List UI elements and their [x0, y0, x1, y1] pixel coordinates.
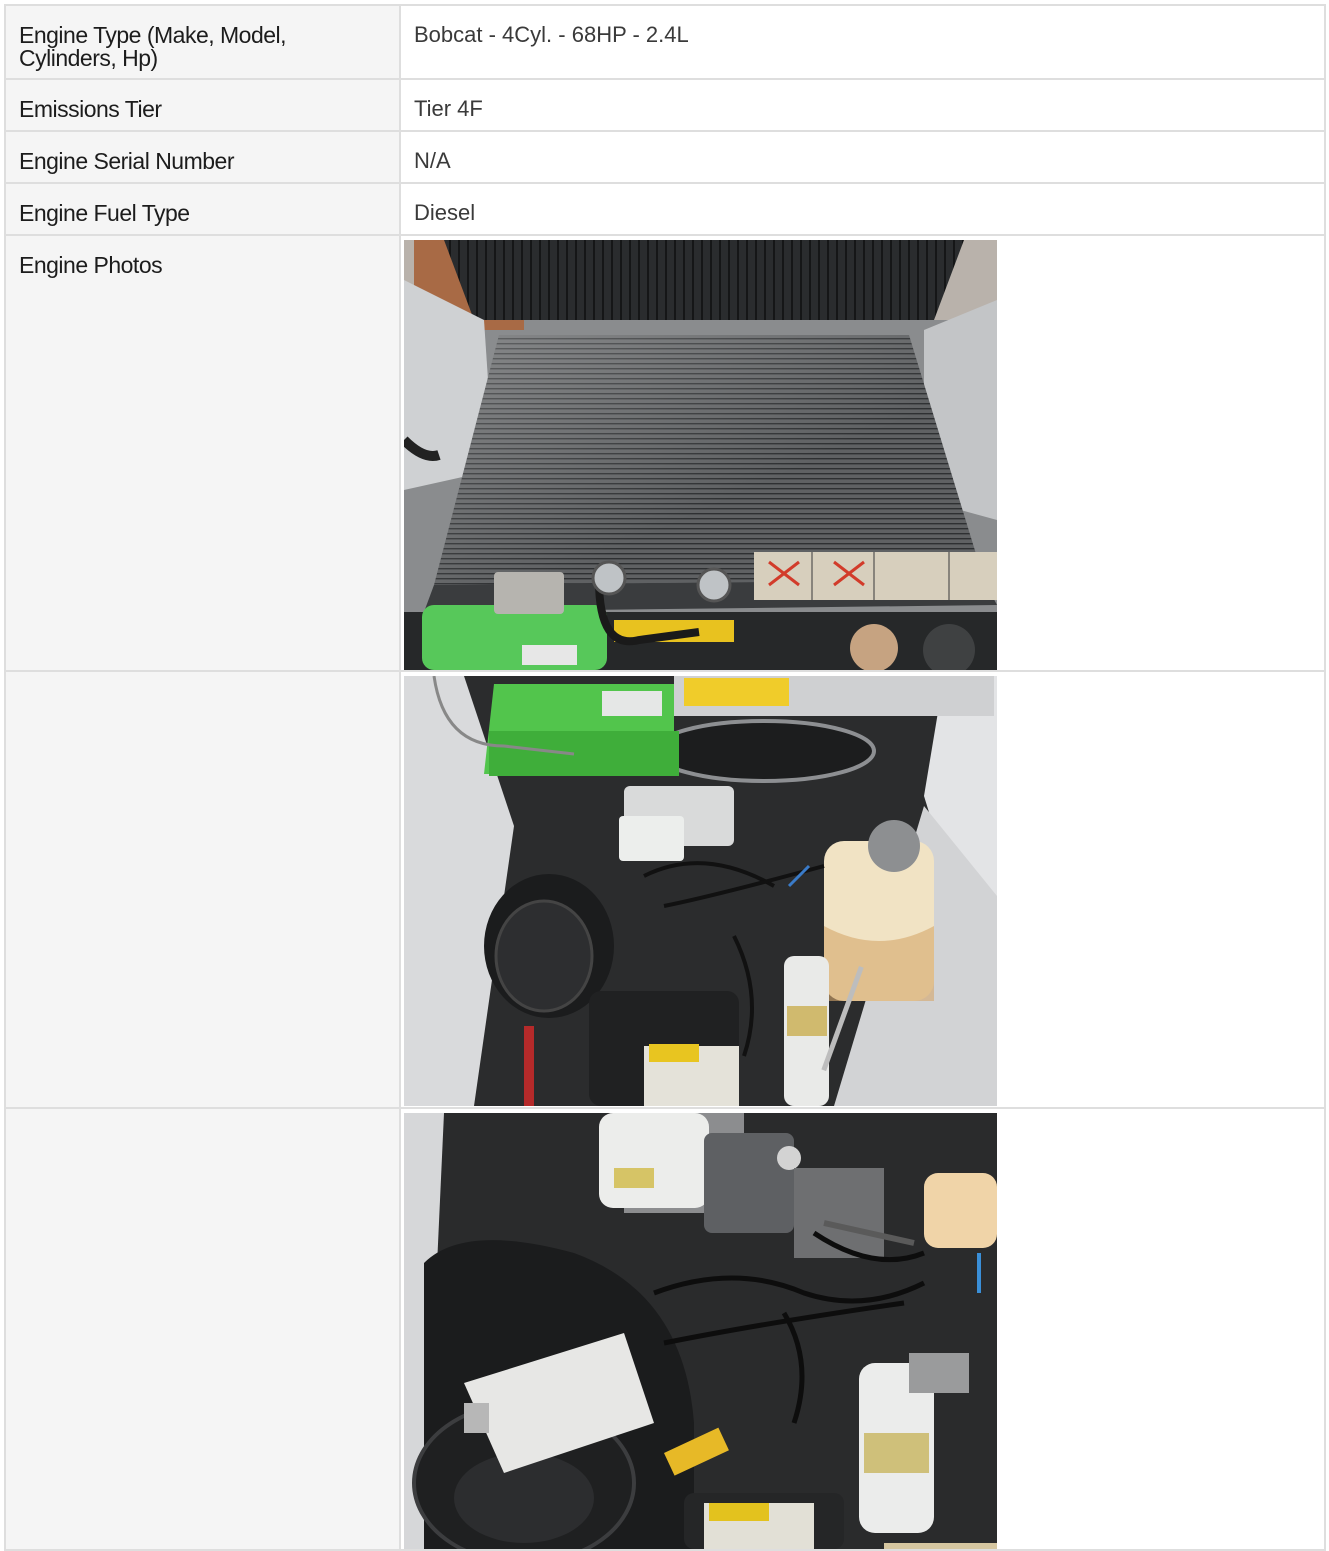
emissions-tier-label: Emissions Tier [19, 96, 162, 122]
engine-photo-bay[interactable] [404, 676, 997, 1106]
spec-row-fuel-type: Engine Fuel Type Diesel [4, 182, 1326, 236]
engine-type-label: Engine Type (Make, Model, Cylinders, Hp) [19, 22, 287, 71]
spec-label-cell [4, 1107, 401, 1551]
engine-type-value: Bobcat - 4Cyl. - 68HP - 2.4L [414, 22, 689, 47]
spec-row-engine-photo-3 [4, 1107, 1326, 1551]
spec-row-engine-photo-1: Engine Photos [4, 234, 1326, 672]
spec-row-engine-type: Engine Type (Make, Model, Cylinders, Hp)… [4, 4, 1326, 80]
spec-row-engine-photo-2 [4, 670, 1326, 1109]
spec-label-cell: Engine Serial Number [4, 130, 401, 184]
spec-label-cell: Emissions Tier [4, 78, 401, 132]
emissions-tier-value: Tier 4F [414, 96, 483, 121]
spec-row-emissions-tier: Emissions Tier Tier 4F [4, 78, 1326, 132]
engine-serial-value: N/A [414, 148, 451, 173]
spec-value-cell: Diesel [399, 182, 1326, 236]
spec-value-cell [399, 670, 1326, 1109]
fuel-type-label: Engine Fuel Type [19, 200, 190, 226]
spec-label-cell: Engine Photos [4, 234, 401, 672]
engine-spec-table: Engine Type (Make, Model, Cylinders, Hp)… [4, 4, 1326, 1551]
spec-row-engine-serial: Engine Serial Number N/A [4, 130, 1326, 184]
engine-photo-closeup[interactable] [404, 1113, 997, 1549]
spec-label-cell: Engine Fuel Type [4, 182, 401, 236]
spec-value-cell: Tier 4F [399, 78, 1326, 132]
spec-label-cell [4, 670, 401, 1109]
fuel-type-value: Diesel [414, 200, 476, 225]
spec-label-cell: Engine Type (Make, Model, Cylinders, Hp) [4, 4, 401, 80]
engine-photo-radiator[interactable] [404, 240, 997, 670]
spec-value-cell: Bobcat - 4Cyl. - 68HP - 2.4L [399, 4, 1326, 80]
spec-value-cell [399, 1107, 1326, 1551]
spec-value-cell [399, 234, 1326, 672]
engine-photos-label: Engine Photos [19, 252, 163, 278]
engine-serial-label: Engine Serial Number [19, 148, 235, 174]
spec-value-cell: N/A [399, 130, 1326, 184]
